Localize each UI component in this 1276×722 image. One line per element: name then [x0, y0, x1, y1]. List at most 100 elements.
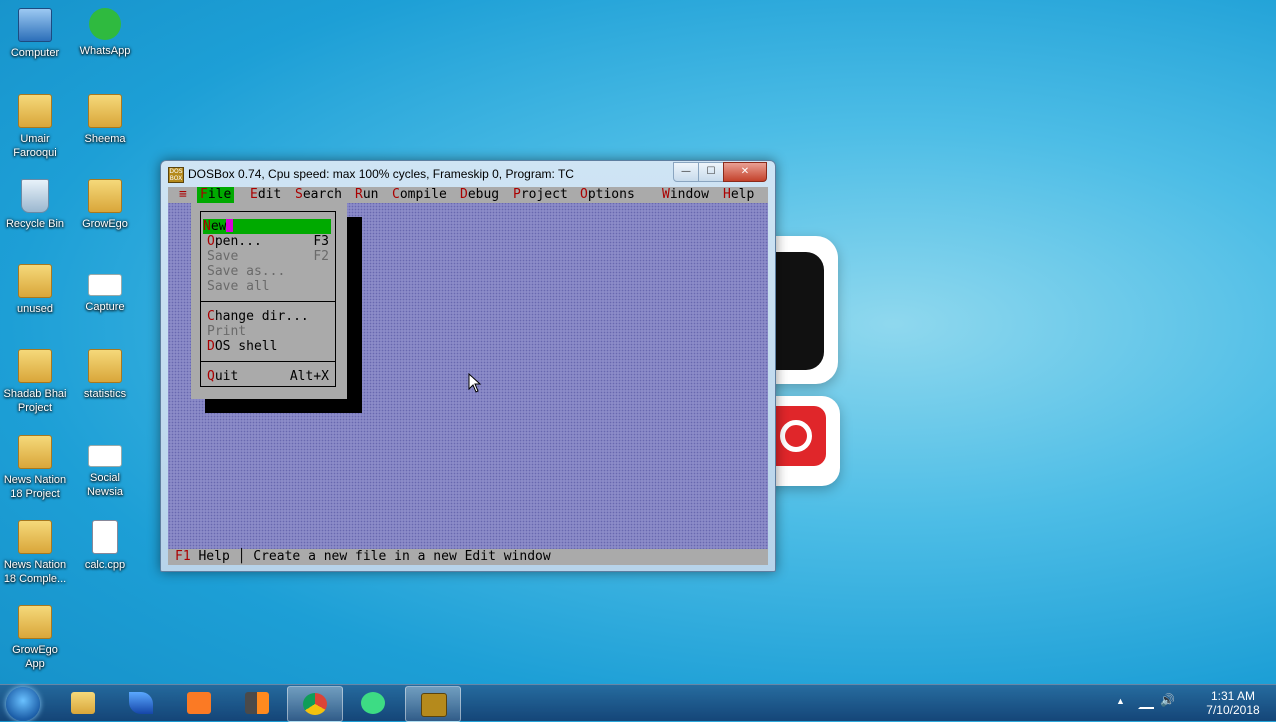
volume-icon[interactable]: 🔊 — [1160, 693, 1175, 707]
menu-window[interactable]: Window — [659, 187, 712, 203]
taskbar: ▲ 🔊 1:31 AM 7/10/2018 — [0, 684, 1276, 722]
menu-shortcut: F2 — [313, 249, 329, 264]
file-menu-quit[interactable]: Quit Alt+X — [207, 369, 329, 384]
folder-icon — [88, 94, 122, 128]
menu-label: dit — [257, 187, 282, 202]
desktop-icon-label: Umair Farooqui — [13, 133, 57, 159]
taskbar-chrome[interactable] — [287, 686, 343, 722]
minimize-button[interactable]: — — [673, 162, 699, 182]
file-menu-print[interactable]: Print — [207, 324, 329, 339]
file-menu-change-dir[interactable]: Change dir... — [207, 309, 329, 324]
network-icon[interactable] — [1138, 695, 1154, 709]
clock-time: 1:31 AM — [1210, 689, 1256, 703]
file-menu-save[interactable]: Save F2 — [207, 249, 329, 264]
menu-hotkey: O — [207, 234, 215, 249]
desktop-icon-umair[interactable]: Umair Farooqui — [0, 94, 70, 160]
menu-run[interactable]: Run — [352, 187, 381, 203]
menu-edit[interactable]: Edit — [247, 187, 284, 203]
desktop-icon-calc-cpp[interactable]: calc.cpp — [70, 520, 140, 572]
folder-icon — [88, 349, 122, 383]
menu-search[interactable]: Search — [292, 187, 345, 203]
menu-item-label: Save as... — [207, 264, 286, 279]
file-menu-save-as[interactable]: Save as... — [207, 264, 329, 279]
desktop-icon-label: statistics — [83, 388, 127, 400]
desktop-icon-social-newsia[interactable]: Social Newsia — [70, 435, 140, 499]
menu-system-label: ≡ — [179, 187, 187, 202]
close-button[interactable]: ✕ — [723, 162, 767, 182]
file-menu-open[interactable]: Open... F3 — [207, 234, 329, 249]
file-menu-dropdown: New Open... F3 Save F2 Save as... Save all… — [191, 203, 347, 399]
desktop-icon-growego-app[interactable]: GrowEgo App — [0, 605, 70, 671]
editor-icon — [245, 692, 269, 714]
menu-item-label: OS shell — [214, 339, 278, 354]
desktop-icon-news-nation-complete[interactable]: News Nation 18 Comple... — [0, 520, 70, 586]
menu-hotkey: F — [200, 187, 208, 202]
status-message: Create a new file in a new Edit window — [245, 549, 551, 564]
taskbar-app-blue[interactable] — [114, 686, 168, 720]
system-tray: ▲ 🔊 1:31 AM 7/10/2018 — [1108, 685, 1268, 721]
clock-date: 7/10/2018 — [1206, 703, 1260, 717]
background-camera-logo — [768, 396, 840, 486]
desktop-icon-growego[interactable]: GrowEgo — [70, 179, 140, 231]
menu-label: ptions — [587, 187, 635, 202]
file-menu-new[interactable]: New — [203, 219, 331, 234]
menu-hotkey: D — [460, 187, 468, 202]
desktop-icon-recycle-bin[interactable]: Recycle Bin — [0, 179, 70, 231]
desktop-icon-label: calc.cpp — [84, 559, 126, 571]
show-hidden-icons-button[interactable]: ▲ — [1116, 696, 1125, 706]
desktop-icon-label: News Nation 18 Comple... — [3, 559, 67, 585]
menu-system[interactable]: ≡ — [176, 187, 190, 203]
desktop-icon-capture[interactable]: Capture — [70, 264, 140, 314]
desktop-icon-news-nation-project[interactable]: News Nation 18 Project — [0, 435, 70, 501]
menu-shortcut: Alt+X — [289, 369, 329, 384]
desktop-icon-sheema[interactable]: Sheema — [70, 94, 140, 146]
window-titlebar[interactable]: DOS BOX DOSBox 0.74, Cpu speed: max 100% … — [161, 161, 775, 187]
dosbox-icon — [421, 693, 447, 717]
image-file-icon — [88, 445, 122, 467]
menu-debug[interactable]: Debug — [457, 187, 502, 203]
dos-screen[interactable]: ≡ File Edit Search Run Compile Debug Pro… — [168, 187, 768, 565]
folder-icon — [88, 179, 122, 213]
folder-icon — [18, 605, 52, 639]
desktop-icon-label: WhatsApp — [79, 45, 131, 57]
menu-label: earch — [302, 187, 342, 202]
desktop-icon-statistics[interactable]: statistics — [70, 349, 140, 401]
desktop-icon-label: GrowEgo — [82, 218, 128, 230]
menu-label: un — [362, 187, 379, 202]
menu-compile[interactable]: Compile — [389, 187, 450, 203]
file-menu-save-all[interactable]: Save all — [207, 279, 329, 294]
maximize-button[interactable]: ☐ — [698, 162, 724, 182]
desktop-icon-label: News Nation 18 Project — [3, 474, 67, 500]
menu-label: ompile — [399, 187, 447, 202]
clock[interactable]: 1:31 AM 7/10/2018 — [1198, 689, 1268, 717]
taskbar-android-studio[interactable] — [346, 686, 400, 720]
taskbar-sublime[interactable] — [230, 686, 284, 720]
menu-hotkey: R — [355, 187, 363, 202]
menu-hotkey: C — [207, 309, 215, 324]
desktop-icon-computer[interactable]: Computer — [0, 8, 70, 60]
menu-label: roject — [520, 187, 568, 202]
folder-icon — [18, 435, 52, 469]
cpp-file-icon — [92, 520, 118, 554]
taskbar-explorer[interactable] — [56, 686, 110, 720]
menu-hotkey: O — [580, 187, 588, 202]
desktop-icon-whatsapp[interactable]: WhatsApp — [70, 8, 140, 58]
menu-hotkey: E — [250, 187, 258, 202]
dosbox-window[interactable]: DOS BOX DOSBox 0.74, Cpu speed: max 100% … — [160, 160, 776, 572]
menu-help[interactable]: Help — [720, 187, 757, 203]
menu-file[interactable]: File — [197, 187, 235, 203]
desktop-icon-shadab[interactable]: Shadab Bhai Project — [0, 349, 70, 415]
file-menu-dos-shell[interactable]: DOS shell — [207, 339, 329, 354]
start-button[interactable] — [6, 687, 40, 721]
menu-hotkey: N — [203, 219, 211, 234]
taskbar-xampp[interactable] — [172, 686, 226, 720]
desktop-icon-unused[interactable]: unused — [0, 264, 70, 316]
menu-options[interactable]: Options — [577, 187, 638, 203]
computer-icon — [18, 8, 52, 42]
menu-hotkey: H — [723, 187, 731, 202]
folder-icon — [18, 349, 52, 383]
taskbar-dosbox[interactable] — [405, 686, 461, 722]
menu-label: ile — [207, 187, 232, 202]
menu-project[interactable]: Project — [510, 187, 571, 203]
desktop-icon-label: Computer — [10, 47, 60, 59]
